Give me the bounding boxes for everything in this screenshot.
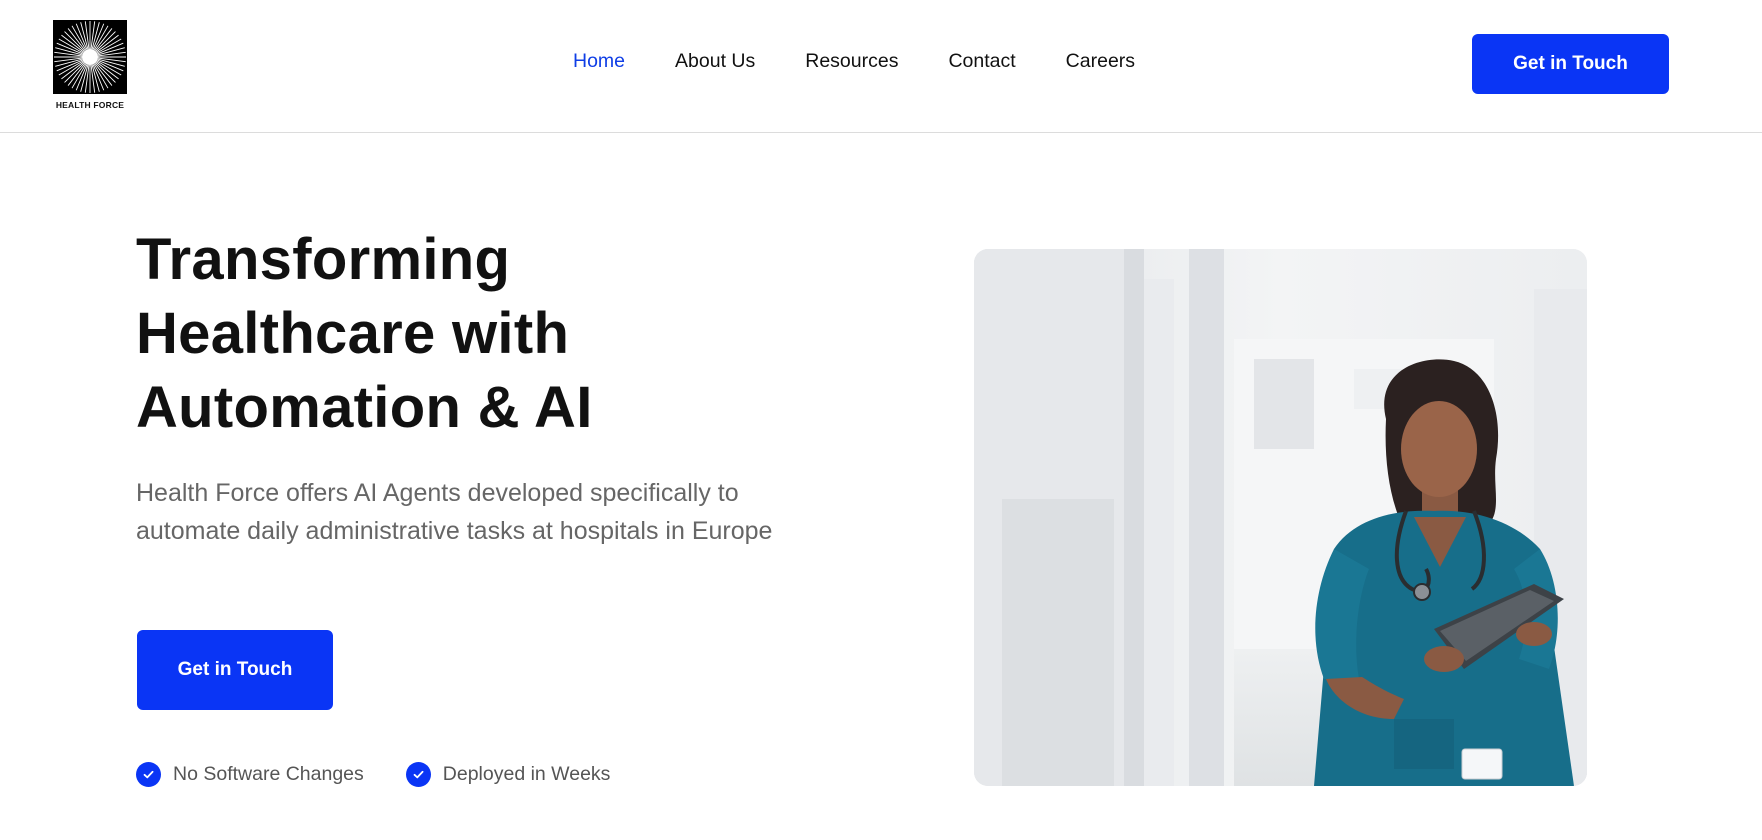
- hero-title-line-1: Transforming: [136, 227, 511, 292]
- nav-contact[interactable]: Contact: [948, 50, 1015, 73]
- brand-logo[interactable]: HEALTH FORCE: [52, 20, 128, 110]
- nav-careers[interactable]: Careers: [1066, 50, 1135, 73]
- feature-label: Deployed in Weeks: [442, 763, 611, 785]
- nav-about-us[interactable]: About Us: [675, 50, 755, 73]
- nav-resources[interactable]: Resources: [805, 50, 898, 73]
- checkmark-icon: [136, 762, 161, 787]
- feature-item: Deployed in Weeks: [405, 762, 611, 787]
- header-get-in-touch-button[interactable]: Get in Touch: [1472, 34, 1669, 94]
- site-header: HEALTH FORCE Home About Us Resources Con…: [0, 0, 1762, 133]
- main-nav: Home About Us Resources Contact Careers: [573, 50, 1135, 73]
- hero-description: Health Force offers AI Agents developed …: [136, 479, 773, 545]
- nav-home[interactable]: Home: [573, 50, 625, 73]
- nurse-with-tablet-photo: [974, 249, 1587, 786]
- checkmark-icon: [405, 762, 431, 787]
- feature-item: No Software Changes: [136, 762, 364, 787]
- brand-name: HEALTH FORCE: [55, 100, 125, 110]
- hero-title-line-2: Healthcare with: [136, 301, 570, 366]
- sunburst-logo-icon: [53, 20, 127, 94]
- hero-title-line-3: Automation & AI: [136, 375, 593, 440]
- hero-title: Transforming Healthcare with Automation …: [136, 223, 836, 445]
- feature-list: No Software Changes Deployed in Weeks: [136, 762, 610, 787]
- feature-label: No Software Changes: [173, 763, 364, 785]
- hero-get-in-touch-button[interactable]: Get in Touch: [137, 630, 333, 710]
